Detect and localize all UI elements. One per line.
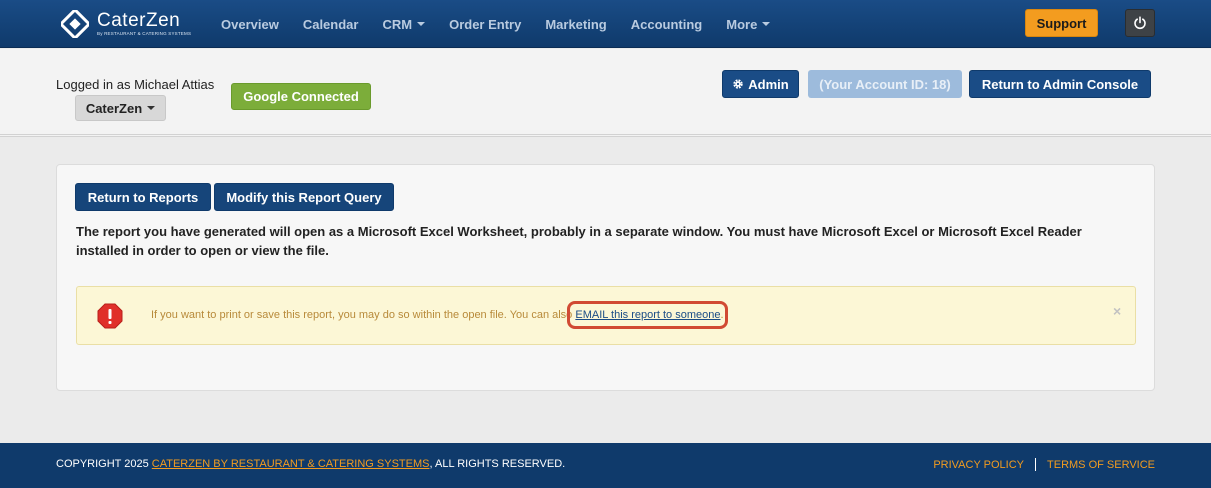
nav-label: Order Entry — [449, 16, 522, 32]
modify-report-query-button[interactable]: Modify this Report Query — [214, 183, 394, 211]
admin-button[interactable]: Admin — [722, 70, 799, 98]
footer: COPYRIGHT 2025 CATERZEN BY RESTAURANT & … — [0, 443, 1211, 488]
nav-item-crm[interactable]: CRM — [382, 16, 426, 32]
main-nav: Overview Calendar CRM Order Entry Market… — [221, 0, 794, 48]
return-to-admin-console-button[interactable]: Return to Admin Console — [969, 70, 1151, 98]
nav-label: Accounting — [630, 16, 703, 32]
alert-text: If you want to print or save this report… — [151, 309, 573, 321]
caret-down-icon — [417, 22, 426, 26]
close-icon[interactable]: × — [1113, 303, 1121, 319]
account-id-badge: (Your Account ID: 18) — [808, 70, 962, 98]
stop-warning-icon — [97, 303, 123, 329]
power-icon — [1134, 16, 1146, 30]
top-navbar: CaterZen By RESTAURANT & CATERING SYSTEM… — [0, 0, 1211, 48]
copyright-suffix: , ALL RIGHTS RESERVED. — [429, 458, 566, 470]
account-dropdown-label: CaterZen — [85, 100, 143, 116]
email-report-alert: If you want to print or save this report… — [76, 286, 1136, 345]
nav-item-order-entry[interactable]: Order Entry — [449, 17, 521, 32]
footer-divider — [1035, 458, 1037, 471]
nav-label: Calendar — [302, 16, 359, 32]
caterzen-logo-mark-icon — [61, 10, 89, 38]
gear-icon — [733, 79, 743, 89]
nav-item-calendar[interactable]: Calendar — [303, 17, 359, 32]
logged-in-text: Logged in as Michael Attias — [56, 77, 215, 92]
report-panel: Return to Reports Modify this Report Que… — [56, 164, 1155, 391]
caret-down-icon — [762, 22, 771, 26]
logo-tagline: By RESTAURANT & CATERING SYSTEMS — [97, 31, 192, 37]
copyright: COPYRIGHT 2025 CATERZEN BY RESTAURANT & … — [56, 458, 565, 470]
caret-down-icon — [147, 106, 156, 110]
nav-label: CRM — [382, 16, 413, 32]
logo-name: CaterZen — [97, 10, 181, 32]
email-report-link[interactable]: EMAIL this report to someone — [567, 301, 729, 329]
support-button[interactable]: Support — [1025, 9, 1098, 37]
caterzen-logo[interactable]: CaterZen By RESTAURANT & CATERING SYSTEM… — [61, 9, 191, 39]
nav-label: Overview — [221, 16, 279, 32]
company-link[interactable]: CATERZEN BY RESTAURANT & CATERING SYSTEM… — [152, 458, 430, 470]
privacy-policy-link[interactable]: PRIVACY POLICY — [933, 459, 1024, 471]
nav-label: Marketing — [545, 16, 607, 32]
report-message: The report you have generated will open … — [76, 224, 1082, 258]
terms-of-service-link[interactable]: TERMS OF SERVICE — [1047, 459, 1155, 471]
account-subheader: Logged in as Michael Attias CaterZen Goo… — [0, 49, 1211, 137]
account-dropdown[interactable]: CaterZen — [75, 95, 166, 121]
footer-links: PRIVACY POLICY TERMS OF SERVICE — [933, 458, 1155, 471]
return-to-reports-button[interactable]: Return to Reports — [75, 183, 211, 211]
alert-message: If you want to print or save this report… — [151, 301, 729, 329]
nav-item-accounting[interactable]: Accounting — [631, 17, 703, 32]
nav-item-overview[interactable]: Overview — [221, 17, 279, 32]
nav-item-more[interactable]: More — [726, 16, 771, 32]
admin-button-label: Admin — [748, 76, 789, 92]
nav-item-marketing[interactable]: Marketing — [545, 17, 606, 32]
logout-button[interactable] — [1125, 9, 1155, 37]
highlight-box — [567, 301, 729, 329]
copyright-prefix: COPYRIGHT 2025 — [56, 458, 152, 470]
nav-label: More — [726, 16, 758, 32]
google-connected-button[interactable]: Google Connected — [231, 83, 371, 110]
